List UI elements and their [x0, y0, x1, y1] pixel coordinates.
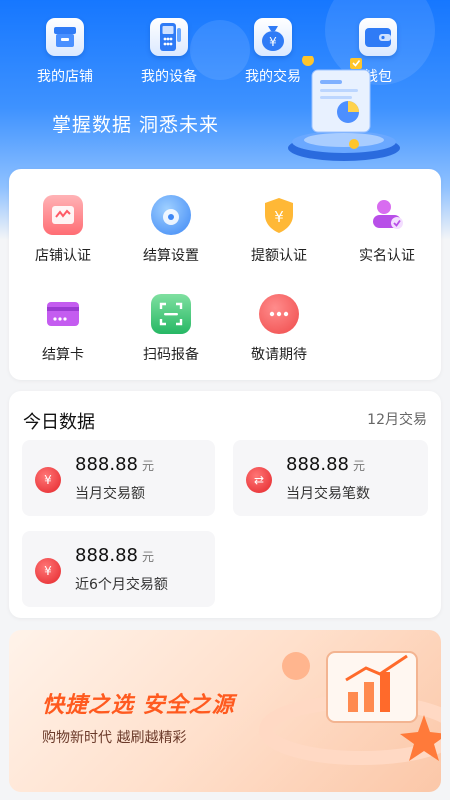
service-scan-report[interactable]: 扫码报备 [117, 294, 225, 364]
service-settlement-setting[interactable]: 结算设置 [117, 195, 225, 265]
yen-bag-icon: ¥ [35, 467, 61, 493]
pos-device-icon [150, 18, 188, 56]
service-label: 结算设置 [143, 248, 199, 264]
stat-value: 888.88 元 [75, 545, 154, 566]
card-icon [43, 294, 83, 334]
wallet-icon [359, 18, 397, 56]
service-label: 实名认证 [359, 248, 415, 264]
store-icon [46, 18, 84, 56]
store-cert-icon [43, 195, 83, 235]
svg-text:¥: ¥ [269, 35, 277, 49]
stat-label: 当月交易笔数 [286, 486, 370, 502]
month-trade-link[interactable]: 12月交易 [367, 409, 427, 429]
today-data-title: 今日数据 [23, 412, 95, 433]
settlement-setting-icon [151, 195, 191, 235]
today-data-card: 今日数据 12月交易 ¥ 888.88 元 当月交易额 ⇄ 888.88 元 当月交… [9, 391, 441, 618]
nav-label: 我的店铺 [37, 69, 93, 85]
service-realname-cert[interactable]: 实名认证 [333, 195, 441, 265]
service-limit-cert[interactable]: ¥ 提额认证 [225, 195, 333, 265]
stat-six-month-amount[interactable]: ¥ 888.88 元 近6个月交易额 [22, 531, 215, 607]
service-label: 扫码报备 [143, 347, 199, 363]
service-grid: 店铺认证 结算设置 ¥ 提额认证 实名认证 结算卡 扫码报备 敬请期待 [9, 169, 441, 380]
service-coming-soon[interactable]: 敬请期待 [225, 294, 333, 364]
stat-unit: 元 [352, 459, 365, 473]
stat-month-count[interactable]: ⇄ 888.88 元 当月交易笔数 [233, 440, 428, 516]
data-screen-illustration [282, 54, 422, 168]
nav-label: 我的设备 [141, 69, 197, 85]
service-store-cert[interactable]: 店铺认证 [9, 195, 117, 265]
banner-subtitle: 购物新时代 越刷越精彩 [42, 730, 187, 746]
money-bag-icon: ¥ [254, 18, 292, 56]
service-settlement-card[interactable]: 结算卡 [9, 294, 117, 364]
scan-icon [151, 294, 191, 334]
banner-title: 快捷之选 安全之源 [42, 693, 235, 718]
svg-text:¥: ¥ [274, 208, 284, 226]
realname-icon [367, 195, 407, 235]
stat-label: 近6个月交易额 [75, 577, 168, 593]
more-icon [259, 294, 299, 334]
yen-bag-icon: ¥ [35, 558, 61, 584]
nav-my-device[interactable]: 我的设备 [119, 12, 219, 86]
exchange-icon: ⇄ [246, 467, 272, 493]
service-label: 敬请期待 [251, 347, 307, 363]
stat-value: 888.88 元 [286, 454, 365, 475]
nav-my-store[interactable]: 我的店铺 [15, 12, 115, 86]
stat-unit: 元 [141, 459, 154, 473]
service-label: 店铺认证 [35, 248, 91, 264]
service-label: 提额认证 [251, 248, 307, 264]
service-label: 结算卡 [42, 347, 84, 363]
stat-label: 当月交易额 [75, 486, 145, 502]
stat-month-amount[interactable]: ¥ 888.88 元 当月交易额 [22, 440, 215, 516]
shield-yen-icon: ¥ [259, 195, 299, 235]
promo-banner[interactable]: 快捷之选 安全之源 购物新时代 越刷越精彩 [9, 630, 441, 792]
stat-value: 888.88 元 [75, 454, 154, 475]
hero-slogan: 掌握数据 洞悉未来 [52, 114, 220, 136]
stat-unit: 元 [141, 550, 154, 564]
